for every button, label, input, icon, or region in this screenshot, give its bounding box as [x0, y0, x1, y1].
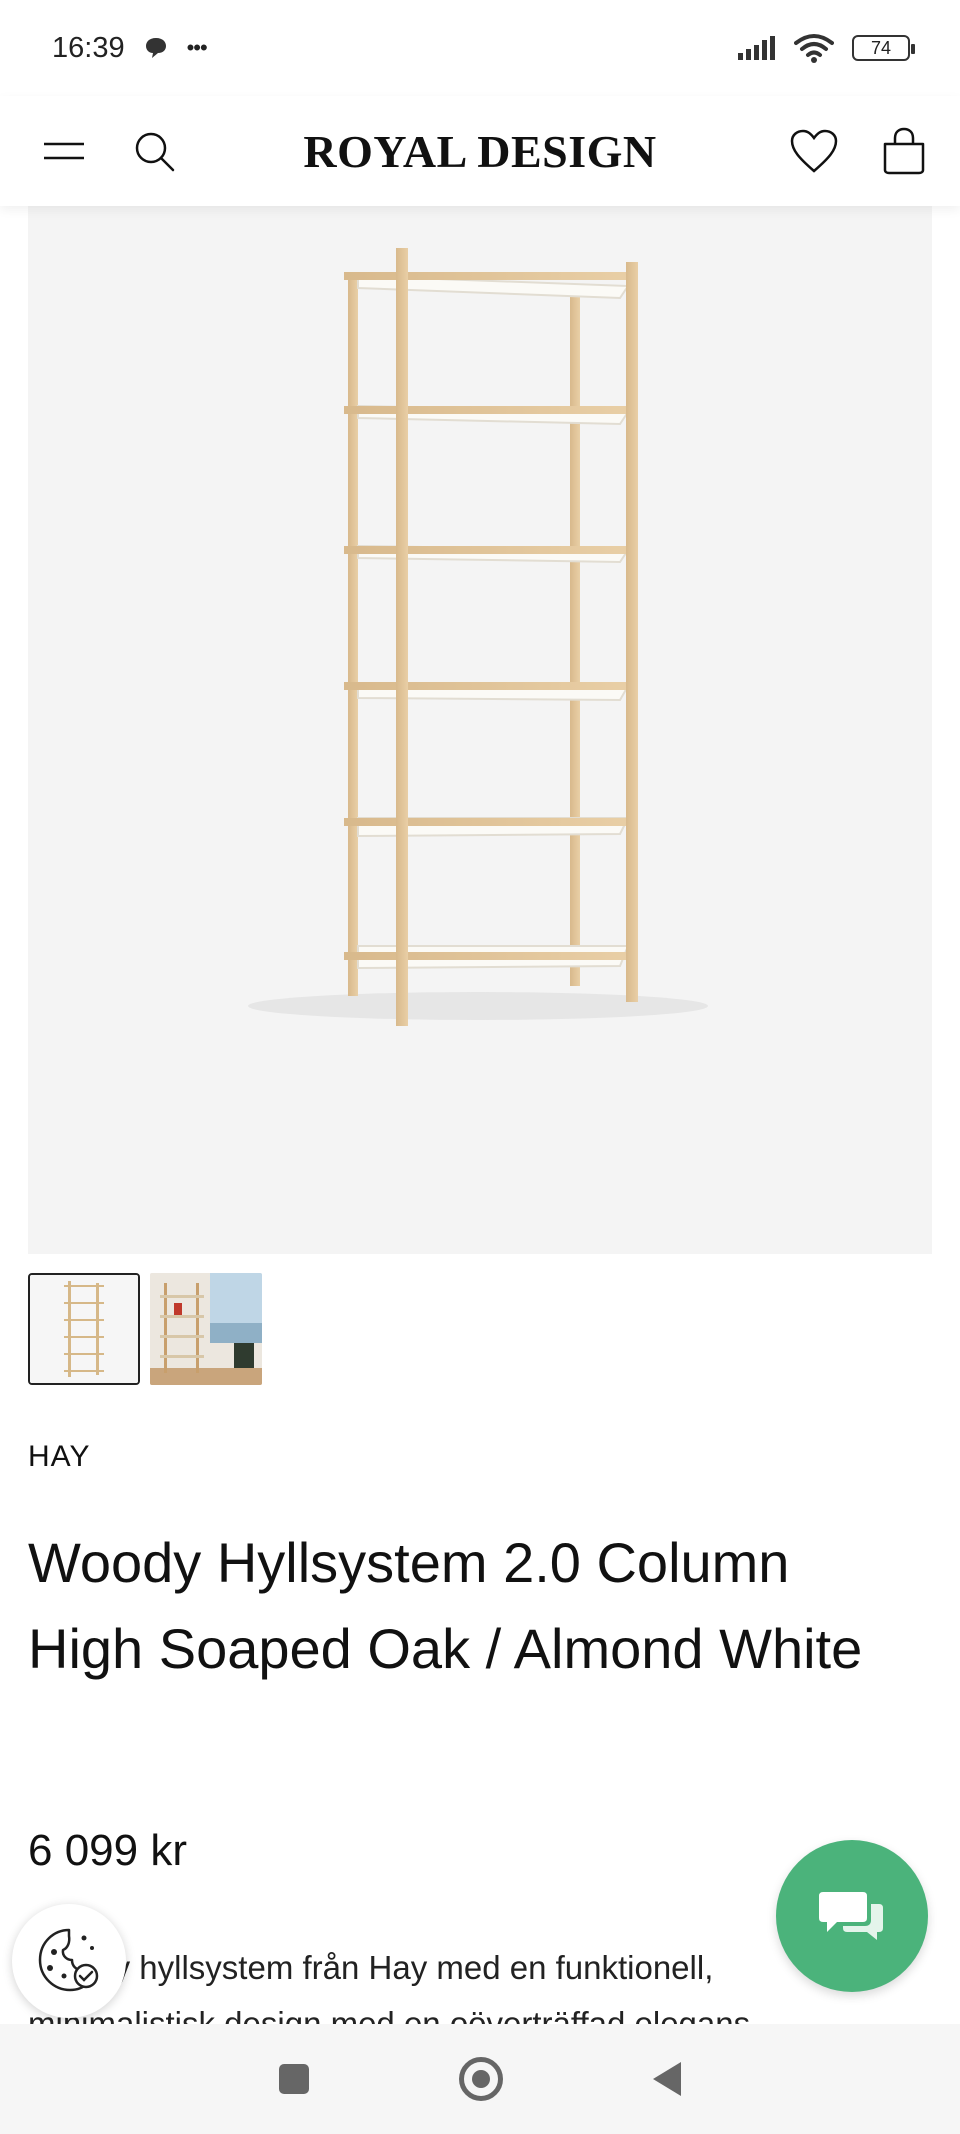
header-left — [36, 123, 182, 179]
chat-button[interactable] — [776, 1840, 928, 1992]
home-icon[interactable] — [459, 2057, 503, 2101]
shelf-illustration — [248, 248, 708, 1026]
recent-apps-icon[interactable] — [279, 2064, 309, 2094]
thumbnail-strip — [28, 1273, 262, 1385]
thumbnail-2[interactable] — [150, 1273, 262, 1385]
heart-icon[interactable] — [786, 123, 842, 179]
status-right: 74 — [736, 33, 915, 63]
message-icon — [145, 38, 166, 58]
battery-icon: 74 — [852, 35, 915, 61]
thumbnail-1[interactable] — [28, 1273, 140, 1385]
site-header: ROYAL DESIGN — [0, 96, 960, 206]
product-price: 6 099 kr — [28, 1826, 187, 1875]
system-nav-bar — [0, 2024, 960, 2134]
hamburger-menu-icon[interactable] — [36, 123, 92, 179]
battery-level: 74 — [870, 37, 892, 58]
chat-icon — [819, 1892, 883, 1940]
cookie-icon — [38, 1928, 99, 1992]
product-brand[interactable]: HAY — [28, 1440, 90, 1474]
product-image[interactable] — [28, 206, 932, 1254]
product-title: Woody Hyllsystem 2.0 Column High Soaped … — [28, 1531, 863, 1680]
shopping-bag-icon[interactable] — [876, 123, 932, 179]
header-right — [786, 123, 932, 179]
status-left: 16:39 ••• — [52, 31, 208, 65]
status-time: 16:39 — [52, 31, 125, 64]
back-icon[interactable] — [653, 2062, 681, 2096]
cookie-settings-button[interactable] — [12, 1904, 126, 2018]
wifi-icon — [794, 34, 834, 63]
status-bar: 16:39 ••• 74 — [0, 0, 960, 96]
search-icon[interactable] — [126, 123, 182, 179]
more-notifications-icon: ••• — [186, 35, 208, 60]
signal-icon — [738, 36, 775, 60]
